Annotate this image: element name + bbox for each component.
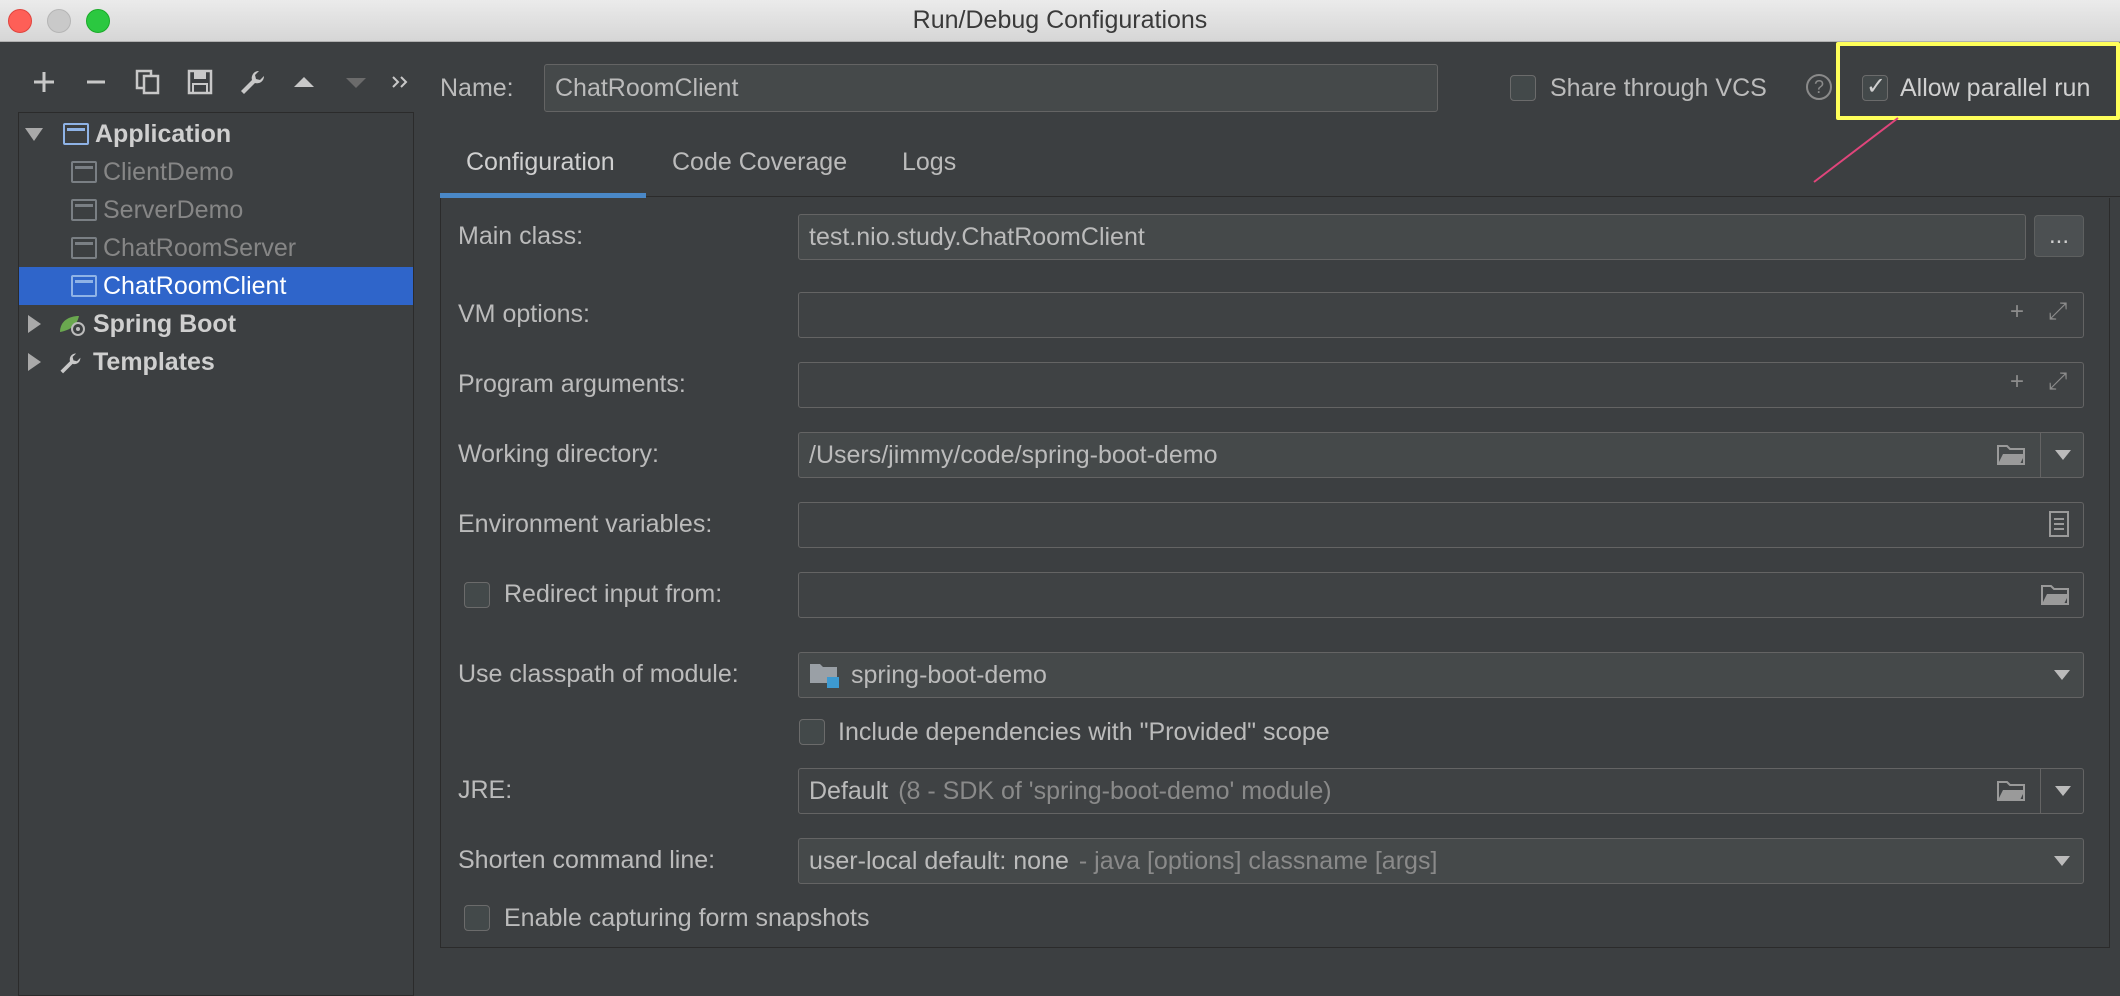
expand-icon[interactable]: ⤢: [2048, 368, 2067, 396]
tree-group-label: Application: [95, 119, 232, 148]
jre-dropdown[interactable]: [2040, 768, 2084, 814]
help-icon[interactable]: ?: [1806, 74, 1832, 100]
working-directory-label: Working directory:: [458, 440, 659, 468]
jre-hint: (8 - SDK of 'spring-boot-demo' module): [898, 776, 1332, 805]
remove-icon[interactable]: [70, 60, 122, 104]
window-title: Run/Debug Configurations: [912, 6, 1208, 34]
plus-icon[interactable]: +: [2010, 368, 2024, 396]
program-arguments-label: Program arguments:: [458, 370, 686, 398]
jre-select[interactable]: Default (8 - SDK of 'spring-boot-demo' m…: [798, 768, 2084, 814]
shorten-command-line-dropdown[interactable]: [2040, 838, 2084, 884]
environment-variables-label: Environment variables:: [458, 510, 713, 538]
jre-value: Default: [809, 776, 889, 805]
working-directory-value: /Users/jimmy/code/spring-boot-demo: [809, 440, 1218, 469]
shorten-command-line-select[interactable]: user-local default: none - java [options…: [798, 838, 2084, 884]
main-class-label: Main class:: [458, 222, 584, 250]
folder-icon[interactable]: [1996, 442, 2026, 473]
classpath-module-dropdown[interactable]: [2040, 652, 2084, 698]
classpath-module-value: spring-boot-demo: [851, 660, 1047, 689]
folder-icon[interactable]: [1996, 778, 2026, 809]
plus-icon[interactable]: +: [2010, 298, 2024, 326]
document-icon[interactable]: [2048, 510, 2070, 543]
application-config-icon: [71, 275, 97, 297]
chevron-down-icon: [2054, 670, 2070, 680]
application-config-icon: [71, 237, 97, 259]
tree-item[interactable]: ClientDemo: [19, 153, 413, 191]
annotation-highlight-box: [1836, 42, 2120, 120]
redirect-input-checkbox[interactable]: [464, 582, 490, 608]
tabs-divider: [440, 196, 2120, 197]
include-dependencies-label: Include dependencies with "Provided" sco…: [838, 718, 1330, 746]
expand-arrow-icon[interactable]: [23, 123, 45, 145]
module-folder-icon: [809, 661, 841, 689]
name-input[interactable]: ChatRoomClient: [544, 64, 1438, 112]
main-class-value: test.nio.study.ChatRoomClient: [809, 222, 1145, 251]
config-toolbar: [18, 60, 418, 104]
add-icon[interactable]: [18, 60, 70, 104]
tree-group-application[interactable]: Application: [19, 115, 413, 153]
application-config-icon: [71, 199, 97, 221]
tree-item[interactable]: ServerDemo: [19, 191, 413, 229]
wrench-icon[interactable]: [226, 60, 278, 104]
shorten-command-line-label: Shorten command line:: [458, 846, 716, 874]
vm-options-label: VM options:: [458, 300, 591, 328]
expand-icon[interactable]: ⤢: [2048, 298, 2067, 326]
save-icon[interactable]: [174, 60, 226, 104]
tree-group-templates[interactable]: Templates: [19, 343, 413, 381]
vm-options-input[interactable]: [798, 292, 2084, 338]
title-bar: Run/Debug Configurations: [0, 0, 2120, 42]
annotation-arrow: [1813, 117, 1899, 183]
collapsed-arrow-icon[interactable]: [23, 313, 45, 335]
shorten-command-line-hint: - java [options] classname [args]: [1078, 846, 1438, 875]
environment-variables-input[interactable]: [798, 502, 2084, 548]
spring-boot-icon: [57, 312, 87, 336]
tab-code-coverage[interactable]: Code Coverage: [672, 148, 847, 177]
tree-group-spring-boot[interactable]: Spring Boot: [19, 305, 413, 343]
tree-group-label: Templates: [93, 347, 215, 376]
config-tree: Application ClientDemo ServerDemo ChatRo…: [18, 112, 414, 996]
shorten-command-line-value: user-local default: none: [809, 846, 1069, 875]
more-icon[interactable]: [382, 60, 418, 104]
redirect-input-field[interactable]: [798, 572, 2084, 618]
tab-configuration[interactable]: Configuration: [466, 148, 615, 177]
application-icon: [63, 123, 89, 145]
tab-logs[interactable]: Logs: [902, 148, 956, 177]
working-directory-input[interactable]: /Users/jimmy/code/spring-boot-demo: [798, 432, 2084, 478]
move-up-icon[interactable]: [278, 60, 330, 104]
program-arguments-input[interactable]: [798, 362, 2084, 408]
share-vcs-checkbox[interactable]: [1510, 75, 1536, 101]
wrench-icon: [57, 350, 87, 374]
classpath-module-select[interactable]: spring-boot-demo: [798, 652, 2084, 698]
tree-item-label: ClientDemo: [103, 157, 234, 186]
collapsed-arrow-icon[interactable]: [23, 351, 45, 373]
application-config-icon: [71, 161, 97, 183]
tree-item[interactable]: ChatRoomServer: [19, 229, 413, 267]
working-directory-dropdown[interactable]: [2040, 432, 2084, 478]
redirect-input-label: Redirect input from:: [504, 580, 723, 608]
classpath-module-label: Use classpath of module:: [458, 660, 739, 688]
form-snapshots-checkbox[interactable]: [464, 905, 490, 931]
main-class-input[interactable]: test.nio.study.ChatRoomClient: [798, 214, 2026, 260]
tree-item-label: ServerDemo: [103, 195, 244, 224]
move-down-icon[interactable]: [330, 60, 382, 104]
chevron-down-icon: [2054, 856, 2070, 866]
name-label: Name:: [440, 74, 514, 102]
tree-group-label: Spring Boot: [93, 309, 237, 338]
share-vcs-label: Share through VCS: [1550, 74, 1767, 102]
name-value: ChatRoomClient: [555, 73, 739, 102]
chevron-down-icon: [2054, 450, 2071, 460]
jre-label: JRE:: [458, 776, 513, 804]
copy-icon[interactable]: [122, 60, 174, 104]
browse-main-class-button[interactable]: ...: [2034, 215, 2084, 257]
folder-icon[interactable]: [2040, 582, 2070, 613]
tree-item-label: ChatRoomClient: [103, 271, 287, 300]
tree-item-selected[interactable]: ChatRoomClient: [19, 267, 413, 305]
include-dependencies-checkbox[interactable]: [799, 719, 825, 745]
tree-item-label: ChatRoomServer: [103, 233, 297, 262]
chevron-down-icon: [2054, 786, 2071, 796]
form-snapshots-label: Enable capturing form snapshots: [504, 904, 870, 932]
